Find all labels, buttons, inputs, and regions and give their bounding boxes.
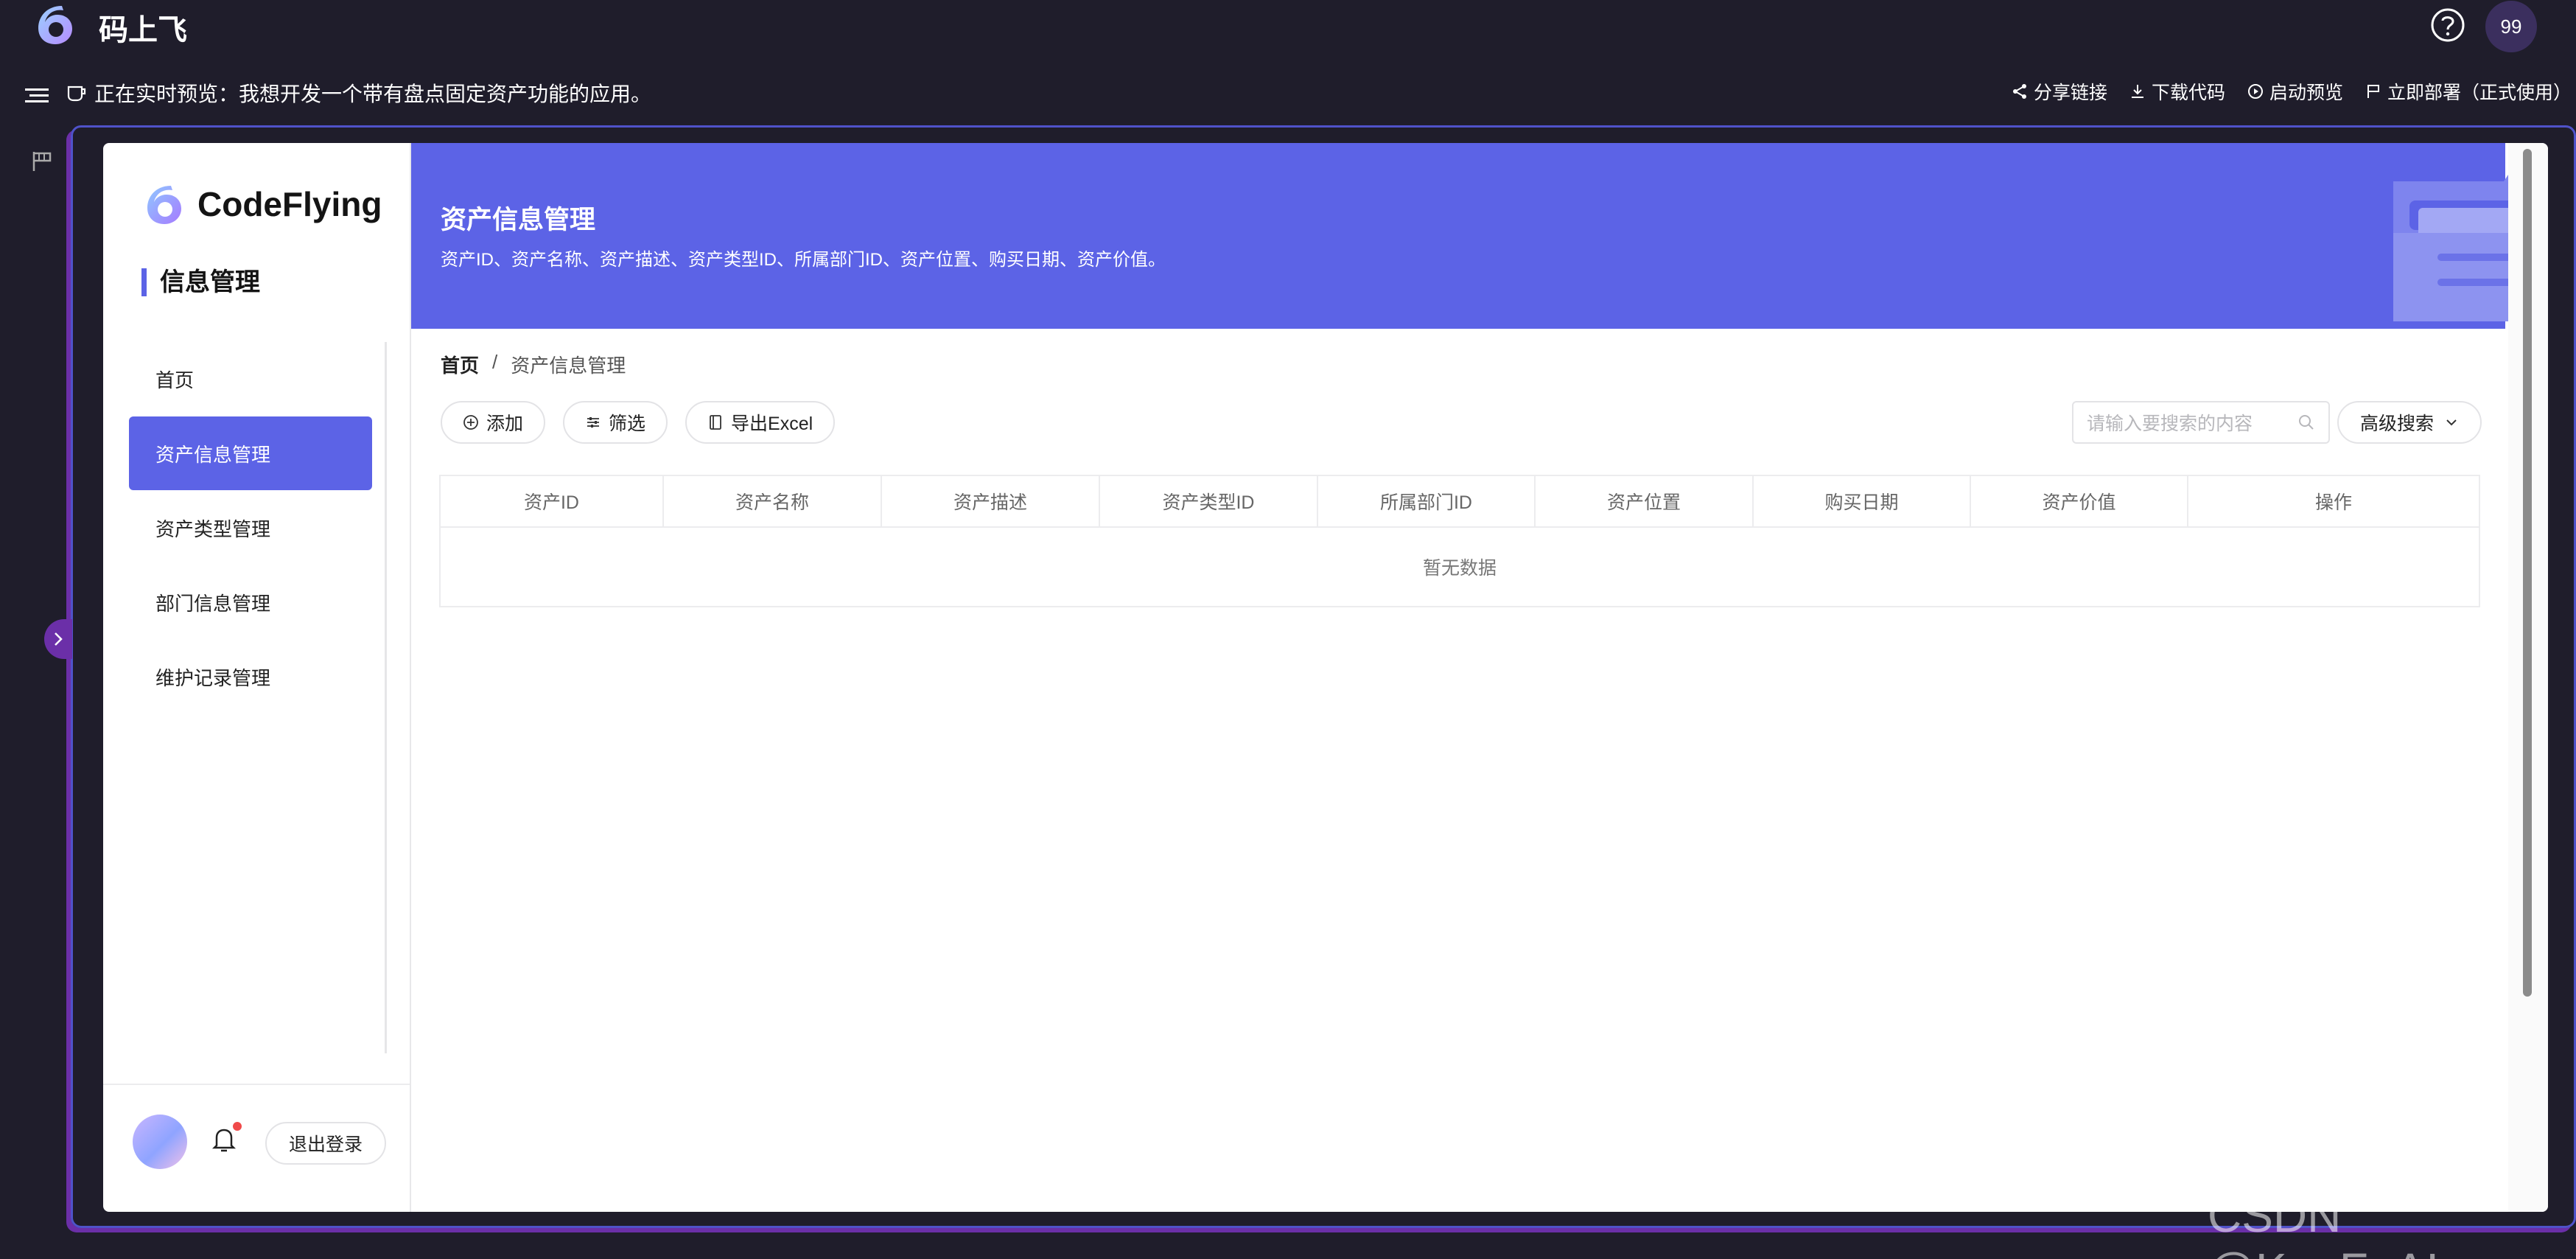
advanced-search-label: 高级搜索 bbox=[2359, 414, 2434, 434]
menu-icon[interactable] bbox=[25, 86, 49, 106]
breadcrumb-current: 资产信息管理 bbox=[511, 355, 626, 377]
sidebar-item-maintenance[interactable]: 维护记录管理 bbox=[129, 640, 372, 714]
add-label: 添加 bbox=[486, 414, 524, 434]
preview-title: 正在实时预览：我想开发一个带有盘点固定资产功能的应用。 bbox=[66, 78, 651, 108]
scrollbar-thumb[interactable] bbox=[2523, 149, 2532, 997]
document-icon bbox=[710, 415, 721, 430]
table-header: 资产ID 资产名称 资产描述 资产类型ID 所属部门ID 资产位置 购买日期 资… bbox=[441, 476, 2479, 528]
user-badge[interactable]: 99 bbox=[2485, 1, 2537, 52]
search-placeholder: 请输入要搜索的内容 bbox=[2087, 414, 2253, 434]
deploy-label: 立即部署（正式使用） bbox=[2387, 83, 2572, 103]
sidebar: CodeFlying 信息管理 首页 资产信息管理 资产类型管理 部门信息管理 … bbox=[103, 143, 411, 1212]
column-header[interactable]: 资产ID bbox=[441, 476, 664, 526]
page-title: 资产信息管理 bbox=[441, 206, 596, 234]
filter-label: 筛选 bbox=[609, 414, 646, 434]
avatar[interactable] bbox=[133, 1115, 187, 1169]
preview-title-text: 正在实时预览：我想开发一个带有盘点固定资产功能的应用。 bbox=[94, 83, 652, 105]
page-description: 资产ID、资产名称、资产描述、资产类型ID、所属部门ID、资产位置、购买日期、资… bbox=[441, 250, 1166, 270]
empty-state: 暂无数据 bbox=[1422, 558, 1497, 579]
flag-icon bbox=[2367, 85, 2379, 98]
expand-panel-button[interactable] bbox=[44, 619, 72, 659]
help-icon[interactable] bbox=[2430, 7, 2465, 43]
column-header[interactable]: 资产价值 bbox=[1971, 476, 2188, 526]
notification-dot bbox=[233, 1122, 242, 1131]
sliders-icon bbox=[587, 417, 600, 428]
chevron-down-icon bbox=[2446, 419, 2457, 426]
page-banner: 资产信息管理 资产ID、资产名称、资产描述、资产类型ID、所属部门ID、资产位置… bbox=[411, 143, 2548, 329]
start-preview-button[interactable]: 启动预览 bbox=[2247, 78, 2343, 105]
preview-actions: 分享链接 下载代码 启动预览 立即部署（正式使用） bbox=[2012, 78, 2572, 105]
table-toolbar: 添加 筛选 导出Excel bbox=[441, 401, 836, 444]
column-header[interactable]: 资产名称 bbox=[664, 476, 882, 526]
play-circle-icon bbox=[2247, 84, 2263, 99]
export-excel-button[interactable]: 导出Excel bbox=[685, 401, 836, 444]
column-header[interactable]: 资产类型ID bbox=[1100, 476, 1318, 526]
add-button[interactable]: 添加 bbox=[441, 401, 546, 444]
filter-button[interactable]: 筛选 bbox=[563, 401, 668, 444]
share-icon bbox=[2012, 84, 2026, 99]
export-label: 导出Excel bbox=[731, 414, 813, 434]
search-icon bbox=[2299, 415, 2314, 430]
chevron-right-icon bbox=[55, 632, 63, 646]
column-header[interactable]: 资产位置 bbox=[1536, 476, 1754, 526]
section-title: 信息管理 bbox=[141, 268, 260, 296]
cup-icon bbox=[67, 86, 86, 102]
app-logo-icon bbox=[38, 6, 72, 44]
asset-table: 资产ID 资产名称 资产描述 资产类型ID 所属部门ID 资产位置 购买日期 资… bbox=[439, 475, 2480, 607]
flag-icon[interactable] bbox=[31, 150, 53, 172]
sidebar-item-asset-info[interactable]: 资产信息管理 bbox=[129, 416, 372, 490]
sidebar-item-department[interactable]: 部门信息管理 bbox=[129, 565, 372, 639]
sidebar-nav: 首页 资产信息管理 资产类型管理 部门信息管理 维护记录管理 bbox=[129, 342, 372, 714]
column-header[interactable]: 操作 bbox=[2188, 476, 2479, 526]
sidebar-item-asset-type[interactable]: 资产类型管理 bbox=[129, 491, 372, 565]
download-code-label: 下载代码 bbox=[2151, 83, 2225, 103]
column-header[interactable]: 资产描述 bbox=[882, 476, 1100, 526]
app-name: 码上飞 bbox=[99, 14, 187, 46]
advanced-search-button[interactable]: 高级搜索 bbox=[2337, 401, 2482, 444]
brand-name: CodeFlying bbox=[197, 185, 382, 223]
download-icon bbox=[2131, 85, 2143, 98]
breadcrumb-home[interactable]: 首页 bbox=[441, 351, 479, 378]
plus-circle-icon bbox=[463, 415, 478, 430]
main-content: 资产信息管理 资产ID、资产名称、资产描述、资产类型ID、所属部门ID、资产位置… bbox=[411, 143, 2548, 1212]
watermark: CSDN @KuaFuAI bbox=[2208, 1189, 2439, 1259]
top-bar: 码上飞 99 bbox=[0, 0, 2576, 52]
share-link-button[interactable]: 分享链接 bbox=[2012, 78, 2107, 105]
start-preview-label: 启动预览 bbox=[2269, 83, 2343, 103]
sidebar-scrollbar[interactable] bbox=[385, 342, 387, 1053]
share-link-label: 分享链接 bbox=[2033, 83, 2107, 103]
column-header[interactable]: 购买日期 bbox=[1754, 476, 1971, 526]
codeflying-logo-icon bbox=[147, 186, 181, 224]
breadcrumb: 首页 / 资产信息管理 bbox=[441, 351, 626, 378]
sidebar-footer: 退出登录 bbox=[103, 1084, 410, 1212]
search-input[interactable]: 请输入要搜索的内容 bbox=[2072, 401, 2330, 444]
breadcrumb-separator: / bbox=[492, 351, 498, 373]
download-code-button[interactable]: 下载代码 bbox=[2129, 78, 2225, 105]
logout-button[interactable]: 退出登录 bbox=[265, 1122, 387, 1165]
app-preview: CodeFlying 信息管理 首页 资产信息管理 资产类型管理 部门信息管理 … bbox=[103, 143, 2548, 1212]
column-header[interactable]: 所属部门ID bbox=[1318, 476, 1536, 526]
deploy-button[interactable]: 立即部署（正式使用） bbox=[2365, 78, 2572, 105]
sidebar-item-home[interactable]: 首页 bbox=[129, 342, 372, 416]
